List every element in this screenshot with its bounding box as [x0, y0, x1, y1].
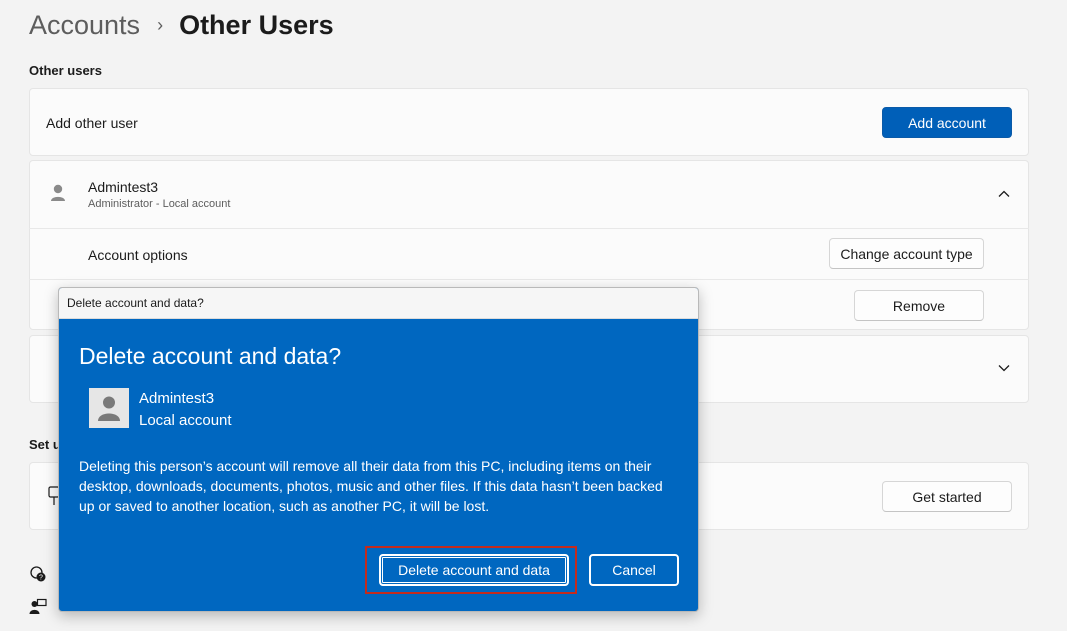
- svg-text:?: ?: [39, 575, 43, 582]
- section-label-other-users: Other users: [29, 63, 102, 78]
- divider: [29, 228, 1029, 229]
- remove-button[interactable]: Remove: [854, 290, 984, 321]
- divider: [29, 279, 1029, 280]
- chevron-right-icon: ›: [157, 14, 164, 35]
- chevron-up-icon[interactable]: [997, 187, 1011, 201]
- dialog-window-title: Delete account and data?: [59, 288, 698, 319]
- dialog-user-type: Local account: [139, 412, 232, 429]
- get-help-icon[interactable]: ?: [29, 565, 47, 583]
- delete-account-dialog: Delete account and data? Delete account …: [58, 287, 699, 612]
- user-avatar-icon: [51, 184, 65, 201]
- cancel-button[interactable]: Cancel: [589, 554, 679, 586]
- feedback-icon[interactable]: [29, 598, 47, 616]
- dialog-user-avatar: [89, 388, 129, 428]
- add-other-user-label: Add other user: [46, 115, 138, 131]
- page-title: Other Users: [179, 9, 334, 40]
- user-name: Admintest3: [88, 179, 159, 195]
- add-other-user-card: Add other user: [29, 88, 1029, 156]
- breadcrumb: Accounts › Other Users: [29, 6, 334, 44]
- delete-account-and-data-button[interactable]: Delete account and data: [379, 554, 569, 586]
- dialog-user-name: Admintest3: [139, 390, 215, 407]
- dialog-heading: Delete account and data?: [79, 343, 342, 369]
- breadcrumb-accounts[interactable]: Accounts: [29, 10, 140, 41]
- account-options-label: Account options: [88, 247, 188, 263]
- get-started-button[interactable]: Get started: [882, 481, 1012, 512]
- add-account-button[interactable]: Add account: [882, 107, 1012, 138]
- user-avatar-icon: [98, 396, 120, 421]
- chevron-down-icon[interactable]: [997, 361, 1011, 375]
- dialog-body-text: Deleting this person’s account will remo…: [79, 458, 663, 514]
- change-account-type-button[interactable]: Change account type: [829, 238, 984, 269]
- user-subtitle: Administrator - Local account: [88, 198, 231, 210]
- section-label-setup: Set u: [29, 437, 61, 452]
